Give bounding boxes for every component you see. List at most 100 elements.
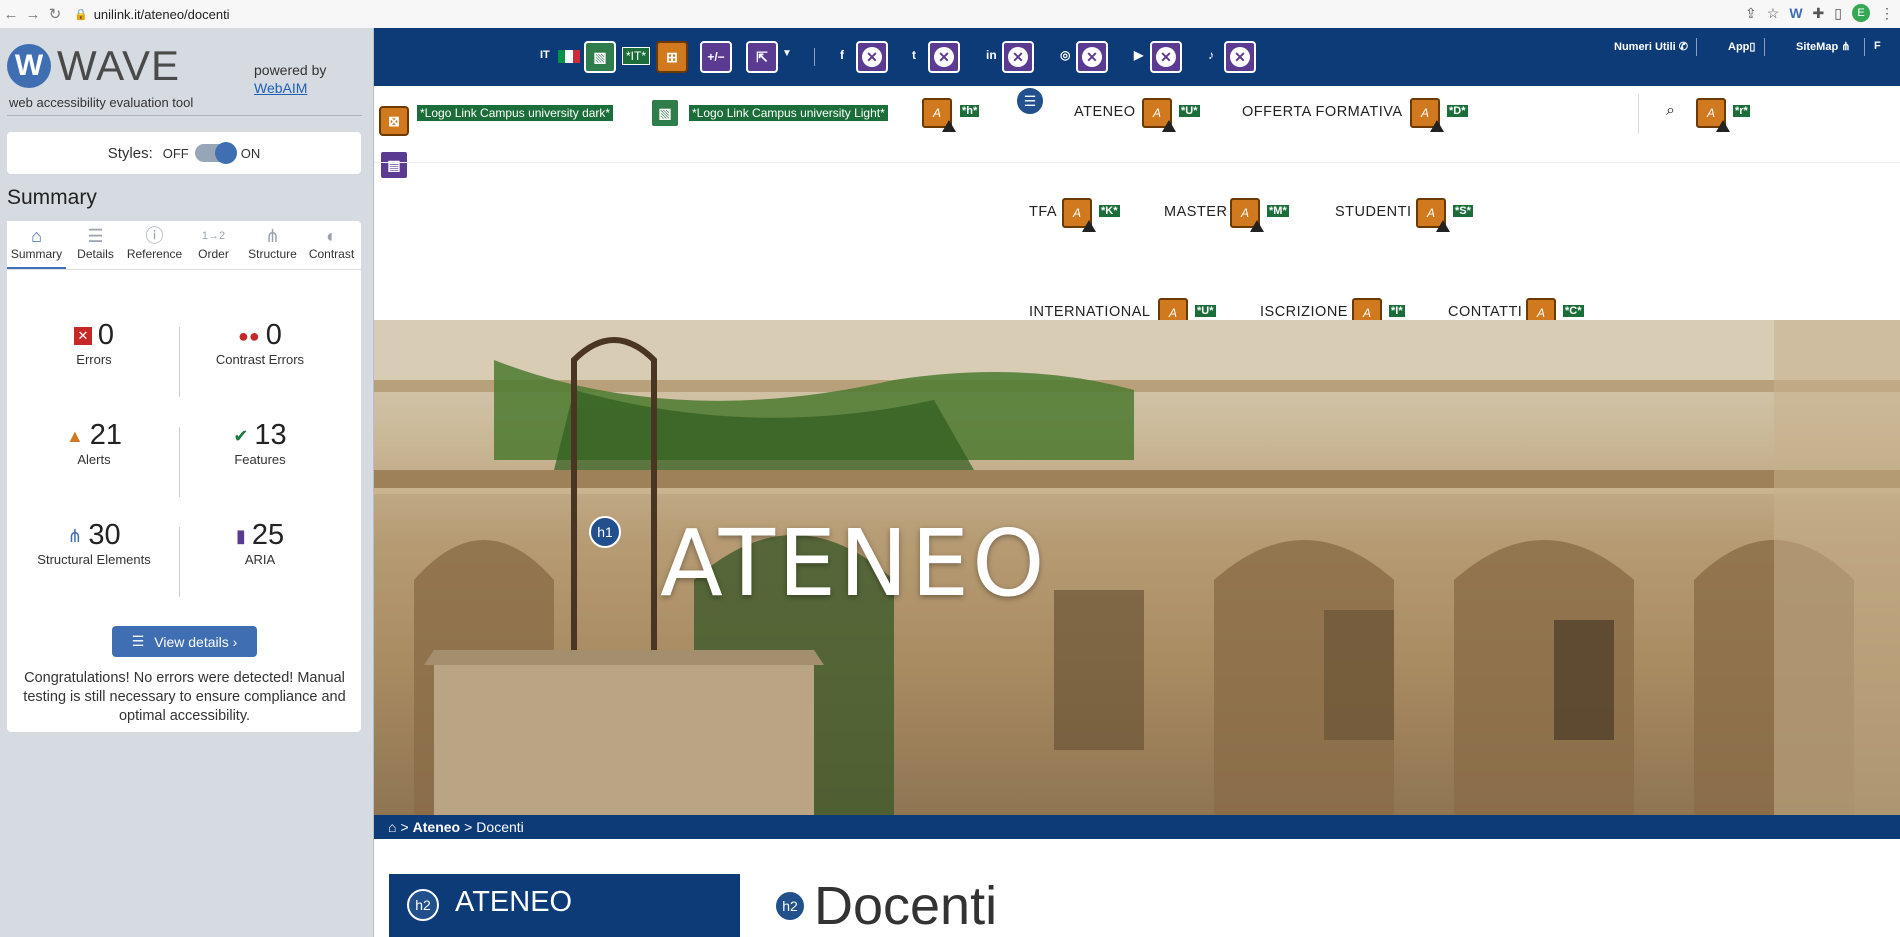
styles-toggle[interactable] [194, 142, 237, 164]
nav-iscrizione[interactable]: ISCRIZIONE [1260, 304, 1348, 320]
alert-icon[interactable]: A [1062, 198, 1096, 232]
lang-label-tag: *IT* [622, 47, 651, 65]
aria-error-icon[interactable]: ✕ [1150, 41, 1182, 73]
home-icon: ⌂ [31, 226, 42, 246]
powered-by-label: powered by [254, 62, 327, 78]
share-icon[interactable]: ⇪ [1745, 5, 1757, 22]
aria-stat[interactable]: ▮ 25 ARIA [180, 519, 340, 567]
aria-expand-icon[interactable]: ⇱ [746, 41, 778, 73]
alert-icon[interactable]: A [922, 98, 956, 132]
alert-icon[interactable]: A [1142, 98, 1176, 132]
nav-contatti[interactable]: CONTATTI [1448, 304, 1522, 320]
extensions-icon[interactable]: ✚ [1813, 5, 1825, 22]
url-text: unilink.it/ateneo/docenti [93, 6, 230, 22]
wave-brand: WAVE [57, 42, 181, 89]
chevron-down-icon: ▼ [782, 48, 792, 59]
reload-icon[interactable]: ↻ [44, 5, 66, 23]
divider [1638, 94, 1639, 134]
facebook-icon[interactable]: f [840, 48, 844, 62]
sitemap-link[interactable]: SiteMap ⋔ [1796, 40, 1850, 53]
close-icon: ✕ [1008, 47, 1028, 67]
tiktok-icon[interactable]: ♪ [1208, 48, 1214, 62]
alerts-stat[interactable]: ▲ 21 Alerts [14, 419, 174, 467]
structural-label: Structural Elements [37, 552, 151, 567]
avatar[interactable]: E [1852, 4, 1870, 22]
accesskey-label: *h* [959, 104, 981, 118]
extra-link[interactable]: F [1874, 40, 1881, 52]
linkedin-icon[interactable]: in [986, 48, 997, 62]
tab-summary[interactable]: ⌂ Summary [7, 221, 66, 269]
divider [7, 115, 362, 116]
youtube-icon[interactable]: ▶ [1134, 48, 1143, 62]
logo-light-alt: *Logo Link Campus university Light* [688, 104, 889, 122]
tab-contrast[interactable]: ◐ Contrast [302, 221, 361, 269]
sidepanel-icon[interactable]: ▯ [1834, 5, 1842, 22]
webaim-link[interactable]: WebAIM [254, 80, 307, 96]
search-icon[interactable]: ⌕ [1666, 102, 1675, 120]
tab-structure[interactable]: ⋔ Structure [243, 221, 302, 269]
wave-extension-icon[interactable]: W [1789, 5, 1802, 21]
app-link[interactable]: App▯ [1728, 40, 1755, 53]
wave-alert-icon[interactable]: ⊠ [379, 106, 409, 136]
language-code[interactable]: IT [540, 49, 550, 61]
errors-count: 0 [97, 319, 115, 351]
aria-error-icon[interactable]: ✕ [1076, 41, 1108, 73]
errors-stat[interactable]: ✕ 0 Errors [14, 319, 174, 367]
alert-icon[interactable]: A [1230, 198, 1264, 232]
alert-icon[interactable]: A [1416, 198, 1450, 232]
close-icon: ✕ [862, 47, 882, 67]
alert-icon[interactable]: A [1696, 98, 1730, 132]
alert-icon[interactable]: A [1410, 98, 1444, 132]
nav-studenti[interactable]: STUDENTI [1335, 204, 1412, 220]
site-topbar: IT ▧ *IT* ⊞ +/− ⇱ ▼ f ✕ t ✕ in ✕ ◎ ✕ ▶ ✕… [374, 28, 1900, 86]
tab-reference[interactable]: ⓘ Reference [125, 221, 184, 269]
tab-details[interactable]: ☰ Details [66, 221, 125, 269]
sitemap-icon: ⋔ [1841, 41, 1851, 53]
forward-icon[interactable]: → [22, 6, 44, 23]
view-details-button[interactable]: ☰ View details › [112, 626, 257, 657]
nav-international[interactable]: INTERNATIONAL [1029, 304, 1150, 320]
powered-by: powered by WebAIM [254, 61, 326, 97]
order-icon: 1→2 [201, 230, 226, 242]
congrats-message: Congratulations! No errors were detected… [23, 670, 346, 724]
wave-image-icon[interactable]: ▧ [650, 98, 680, 128]
contrast-toggle-icon[interactable]: +/− [700, 41, 732, 73]
tab-label: Order [198, 247, 229, 261]
breadcrumb: ⌂ > Ateneo > Docenti [374, 815, 1900, 839]
wave-image-icon[interactable]: ▧ [584, 41, 616, 73]
address-bar[interactable]: 🔒 unilink.it/ateneo/docenti [74, 7, 230, 22]
menu-icon[interactable]: ⋮ [1880, 5, 1894, 22]
home-icon[interactable]: ⌂ [388, 819, 396, 835]
divider [814, 48, 815, 66]
breadcrumb-ateneo[interactable]: Ateneo [413, 819, 460, 835]
contrast-errors-stat[interactable]: ●● 0 Contrast Errors [180, 319, 340, 367]
tab-label: Details [77, 247, 114, 261]
back-icon[interactable]: ← [0, 6, 22, 23]
nav-ateneo[interactable]: ATENEO [1074, 104, 1136, 120]
structure-icon: ⋔ [264, 226, 281, 246]
features-stat[interactable]: ✔ 13 Features [180, 419, 340, 467]
aria-landmark-icon[interactable]: ▤ [379, 150, 409, 180]
wave-tagline: web accessibility evaluation tool [9, 95, 194, 110]
close-icon: ✕ [1230, 47, 1250, 67]
tab-order[interactable]: 1→2 Order [184, 221, 243, 269]
bookmark-star-icon[interactable]: ☆ [1767, 5, 1780, 22]
sidebar-section: h2 ATENEO [389, 874, 740, 937]
breadcrumb-separator: > [400, 819, 409, 835]
aria-error-icon[interactable]: ✕ [1224, 41, 1256, 73]
nav-tfa[interactable]: TFA [1029, 204, 1057, 220]
numeri-utili-link[interactable]: Numeri Utili ✆ [1614, 40, 1688, 53]
nav-master[interactable]: MASTER [1164, 204, 1227, 220]
twitter-icon[interactable]: t [912, 48, 916, 62]
close-icon: ✕ [1156, 47, 1176, 67]
instagram-icon[interactable]: ◎ [1060, 48, 1070, 62]
aria-error-icon[interactable]: ✕ [928, 41, 960, 73]
aria-error-icon[interactable]: ✕ [1002, 41, 1034, 73]
errors-label: Errors [76, 352, 112, 367]
alerts-label: Alerts [77, 452, 111, 467]
structural-stat[interactable]: ⋔ 30 Structural Elements [14, 519, 174, 567]
aria-error-icon[interactable]: ✕ [856, 41, 888, 73]
nav-offerta-formativa[interactable]: OFFERTA FORMATIVA [1242, 104, 1403, 120]
wave-alert-icon[interactable]: ⊞ [656, 41, 688, 73]
aria-icon: ▮ [235, 525, 246, 546]
